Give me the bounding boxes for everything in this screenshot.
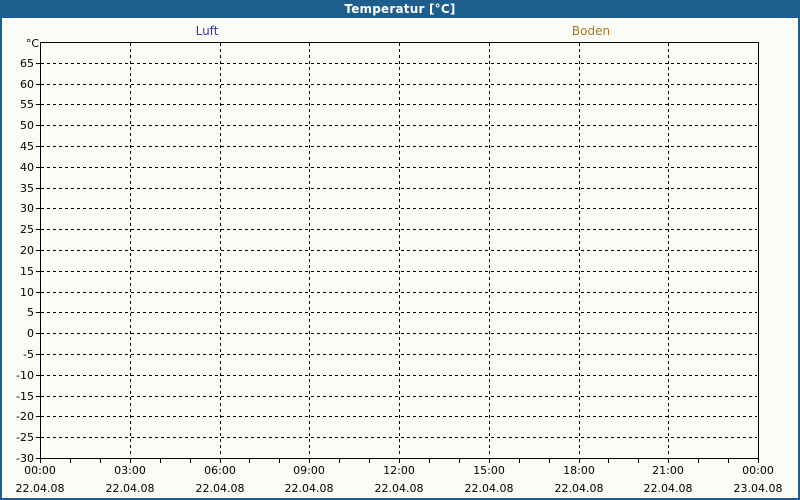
y-tick-label: 50 [20, 119, 34, 132]
x-date-label: 22.04.08 [554, 482, 604, 495]
y-axis-tick [36, 146, 40, 147]
legend-label-boden: Boden [571, 24, 611, 38]
x-time-label: 21:00 [652, 464, 684, 477]
x-axis-tick [70, 459, 71, 463]
y-tick-label: 10 [20, 286, 34, 299]
x-axis-tick [339, 459, 340, 463]
x-axis-tick [489, 459, 490, 463]
y-axis-tick [36, 229, 40, 230]
x-date-label: 22.04.08 [105, 482, 155, 495]
x-date-label: 22.04.08 [195, 482, 245, 495]
x-axis-tick [40, 459, 41, 463]
x-date-label: 22.04.08 [464, 482, 514, 495]
y-axis-tick [36, 63, 40, 64]
x-axis-tick [249, 459, 250, 463]
y-tick-label: 30 [20, 202, 34, 215]
x-axis-tick [369, 459, 370, 463]
x-axis-tick [549, 459, 550, 463]
y-tick-label: -15 [16, 390, 34, 403]
y-tick-label: 35 [20, 182, 34, 195]
x-date-label: 22.04.08 [15, 482, 65, 495]
x-time-label: 18:00 [563, 464, 595, 477]
y-tick-label: 20 [20, 244, 34, 257]
y-tick-label: 40 [20, 161, 34, 174]
x-grid-line [220, 43, 221, 457]
y-axis-tick [36, 312, 40, 313]
y-tick-label: 55 [20, 98, 34, 111]
x-axis-tick [698, 459, 699, 463]
y-tick-label: -5 [23, 348, 34, 361]
y-tick-label: -20 [16, 410, 34, 423]
x-axis-tick [100, 459, 101, 463]
x-time-label: 12:00 [383, 464, 415, 477]
x-time-label: 15:00 [473, 464, 505, 477]
x-grid-line [130, 43, 131, 457]
y-axis-tick [36, 188, 40, 189]
x-date-label: 22.04.08 [643, 482, 693, 495]
x-axis-tick [579, 459, 580, 463]
x-time-label: 00:00 [742, 464, 774, 477]
legend-label-luft: Luft [195, 24, 219, 38]
y-tick-label: -25 [16, 431, 34, 444]
x-grid-line [399, 43, 400, 457]
chart-window: Temperatur [°C] Luft Boden °C 65 60 55 50 45… [0, 0, 800, 500]
x-time-label: 09:00 [293, 464, 325, 477]
y-tick-label: 0 [27, 327, 34, 340]
x-axis-tick [309, 459, 310, 463]
x-axis-tick [130, 459, 131, 463]
title-bar: Temperatur [°C] [0, 0, 800, 18]
y-tick-label: -10 [16, 369, 34, 382]
y-axis-tick [36, 292, 40, 293]
y-axis-tick [36, 167, 40, 168]
legend-item-luft: Luft [196, 24, 219, 38]
legend-item-boden: Boden [572, 24, 610, 38]
x-axis-tick [519, 459, 520, 463]
x-date-label: 23.04.08 [733, 482, 783, 495]
x-axis-tick [160, 459, 161, 463]
x-axis-tick [758, 459, 759, 463]
x-date-label: 22.04.08 [374, 482, 424, 495]
y-axis-unit-label: °C [25, 37, 39, 50]
x-time-label: 06:00 [204, 464, 236, 477]
chart-title: Temperatur [°C] [344, 2, 456, 16]
x-axis-tick [190, 459, 191, 463]
x-axis-tick [399, 459, 400, 463]
x-date-label: 22.04.08 [284, 482, 334, 495]
x-grid-line [489, 43, 490, 457]
y-axis-tick [36, 84, 40, 85]
y-axis-tick [36, 416, 40, 417]
x-time-label: 00:00 [24, 464, 56, 477]
y-axis-tick [36, 208, 40, 209]
x-axis-tick [728, 459, 729, 463]
x-grid-line [579, 43, 580, 457]
y-axis-tick [36, 104, 40, 105]
y-axis-tick [36, 250, 40, 251]
y-tick-label: 5 [27, 306, 34, 319]
y-tick-label: 65 [20, 57, 34, 70]
x-grid-line [668, 43, 669, 457]
y-axis-tick [36, 396, 40, 397]
y-axis-tick [36, 271, 40, 272]
x-axis-tick [220, 459, 221, 463]
x-axis-tick [608, 459, 609, 463]
x-axis-tick [429, 459, 430, 463]
x-axis-tick [668, 459, 669, 463]
x-axis-tick [638, 459, 639, 463]
x-axis-tick [279, 459, 280, 463]
y-tick-label: 45 [20, 140, 34, 153]
y-tick-label: 15 [20, 265, 34, 278]
y-axis-tick [36, 125, 40, 126]
y-axis-tick [36, 333, 40, 334]
x-axis-tick [459, 459, 460, 463]
x-time-label: 03:00 [114, 464, 146, 477]
y-axis-tick [36, 354, 40, 355]
y-axis-tick [36, 437, 40, 438]
y-axis-tick [36, 375, 40, 376]
y-tick-label: 60 [20, 78, 34, 91]
y-tick-label: 25 [20, 223, 34, 236]
x-grid-line [309, 43, 310, 457]
